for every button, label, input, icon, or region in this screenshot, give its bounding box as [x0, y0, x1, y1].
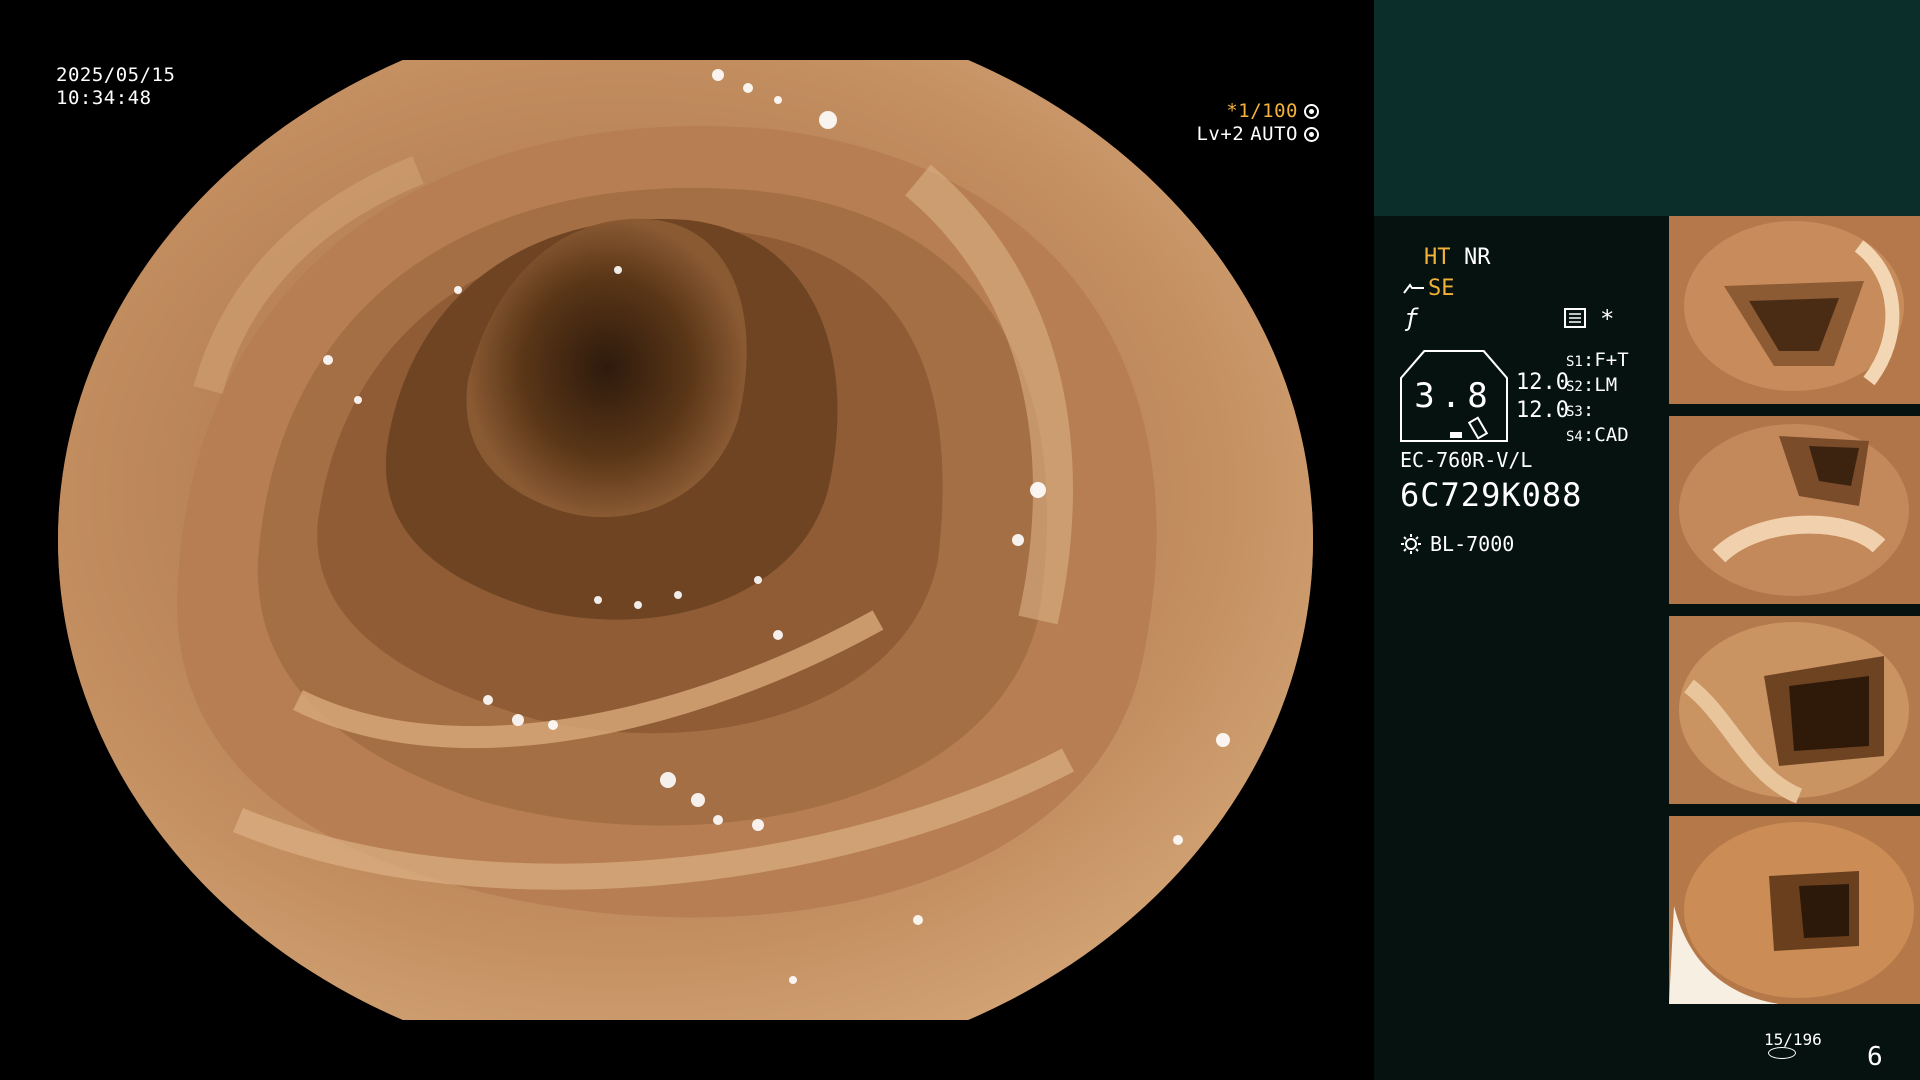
frame-counter: 15/196 [1764, 1030, 1822, 1059]
se-indicator-row: SE [1402, 276, 1455, 302]
switch-slot-1: S1:F+T [1566, 349, 1629, 371]
switch-slot-3: S3: [1566, 399, 1595, 421]
switch-slot-2: S2:LM [1566, 374, 1618, 396]
structure-enhance-icon [1403, 283, 1424, 294]
thumbnail-image [1669, 616, 1920, 804]
filter-icon: ƒ [1404, 304, 1419, 332]
aperture-icon [1304, 104, 1319, 119]
capture-thumbnail[interactable] [1669, 216, 1920, 404]
memory-icon [1564, 308, 1586, 334]
date-time-overlay: 2025/05/15 10:34:48 [56, 64, 175, 110]
thumbnail-image [1669, 816, 1920, 1004]
zoom-bar-icon [1450, 432, 1462, 438]
capture-thumbnail[interactable] [1669, 416, 1920, 604]
nr-indicator: NR [1464, 245, 1491, 270]
page-number: 6 [1867, 1042, 1883, 1072]
endoscope-video [58, 60, 1313, 1020]
shutter-speed: *1/100 [1226, 100, 1298, 122]
thumbnail-image [1669, 416, 1920, 604]
capture-thumbnail[interactable] [1669, 816, 1920, 1004]
scope-model: EC-760R-V/L [1400, 448, 1533, 472]
star-indicator: * [1600, 305, 1615, 333]
iris-icon [1304, 127, 1319, 142]
exposure-overlay: *1/100 Lv+2 AUTO [1196, 100, 1319, 146]
thumbnail-image [1669, 216, 1920, 404]
scope-serial-number: 6C729K088 [1400, 476, 1583, 514]
capture-thumbnail[interactable] [1669, 616, 1920, 804]
se-label: SE [1428, 276, 1455, 301]
frame-count-value: 15/196 [1764, 1030, 1822, 1049]
ht-indicator: HT [1424, 245, 1451, 270]
light-source-icon [1401, 534, 1421, 554]
value-readout-1: 12.0 [1516, 370, 1569, 395]
light-source-row: BL-7000 [1400, 531, 1514, 557]
switch-slot-4: S4:CAD [1566, 424, 1629, 446]
iris-mode: AUTO [1250, 123, 1298, 145]
exam-date: 2025/05/15 [56, 64, 176, 86]
value-readout-2: 12.0 [1516, 398, 1569, 423]
light-source-model: BL-7000 [1430, 532, 1515, 556]
zoom-indicator: 3.8 [1400, 350, 1508, 442]
colon-lumen-image [58, 60, 1313, 1020]
status-panel-header [1374, 0, 1920, 216]
brightness-level: Lv+2 [1196, 123, 1245, 145]
exam-time: 10:34:48 [56, 87, 152, 109]
zoom-value: 3.8 [1402, 352, 1506, 440]
